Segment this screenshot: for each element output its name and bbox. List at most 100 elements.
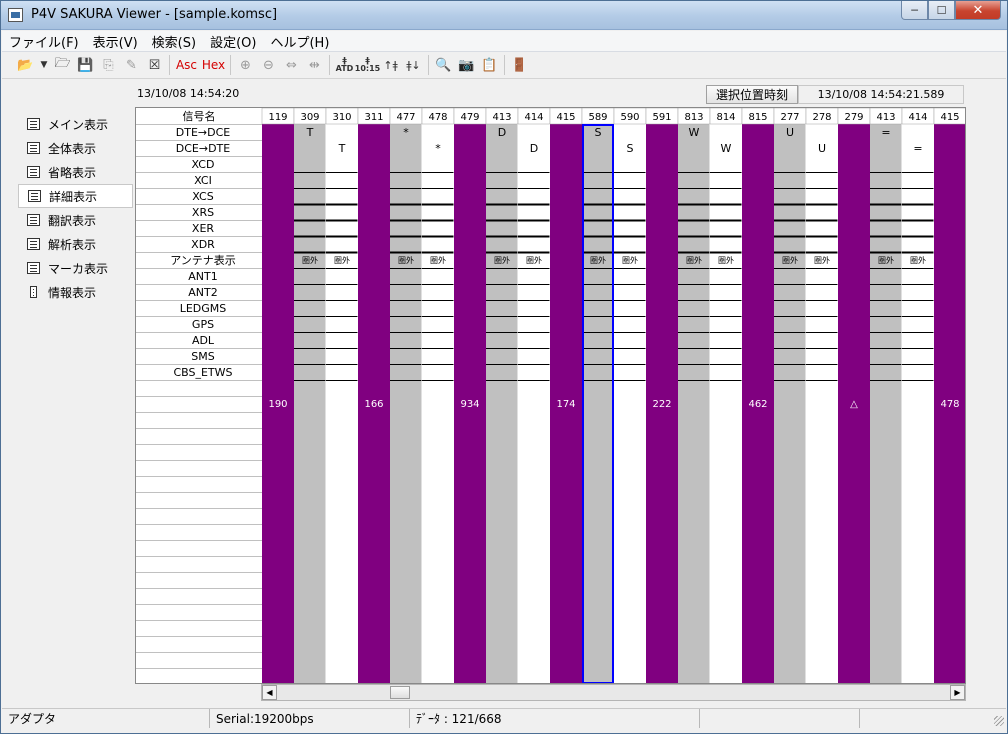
horizontal-scrollbar[interactable]: ◀ ▶: [261, 684, 966, 701]
column-band: [614, 124, 646, 683]
preview-icon[interactable]: 🔍: [432, 54, 455, 76]
minimize-icon: ─: [911, 3, 918, 17]
export-icon[interactable]: 📋: [478, 54, 501, 76]
menu-help[interactable]: ヘルプ(H): [263, 32, 336, 51]
maximize-icon: ☐: [936, 3, 947, 17]
nav-label: 解析表示: [48, 237, 97, 252]
find-down-icon[interactable]: ǂ↓: [402, 54, 425, 76]
camera-icon[interactable]: 📷: [455, 54, 478, 76]
close-button[interactable]: ✕: [955, 1, 1001, 20]
zoom-in-icon[interactable]: ⊕: [234, 54, 257, 76]
close-file-icon[interactable]: ☒: [143, 54, 166, 76]
analysis-view-icon: [27, 238, 40, 250]
hex-icon[interactable]: Hex: [200, 54, 227, 76]
window-title: P4V SAKURA Viewer - [sample.komsc]: [31, 7, 278, 22]
nav-translate[interactable]: 翻訳表示: [18, 208, 133, 232]
marker-view-icon: [27, 262, 40, 274]
detail-view-icon: [28, 190, 41, 202]
toolbar-separator: [329, 55, 330, 75]
exit-icon[interactable]: 🚪: [508, 54, 531, 76]
signal-grid-svg[interactable]: 信号名 DTE→DCE DCE→DTE XCD XCI XCS XRS XER XDR アンテナ表…: [136, 108, 966, 684]
column-value: 222: [652, 399, 671, 410]
signal-label: ADL: [192, 334, 215, 347]
nav-label: 情報表示: [48, 285, 97, 300]
nav-detail[interactable]: 詳細表示: [18, 184, 133, 208]
nav-main[interactable]: メイン表示: [18, 112, 133, 136]
antenna-status: 圏外: [302, 255, 318, 265]
dce-data-char: U: [818, 142, 826, 155]
column-band: [486, 124, 518, 683]
select-time-button[interactable]: 選択位置時刻: [706, 85, 798, 104]
column-header-number: 309: [300, 112, 319, 123]
toolbar-separator: [230, 55, 231, 75]
nav-abbrev[interactable]: 省略表示: [18, 160, 133, 184]
side-nav: メイン表示 全体表示 省略表示 詳細表示 翻訳表示 解析表示 マーカ表示 情報表…: [18, 112, 133, 304]
column-band: [902, 124, 934, 683]
find-atd-icon[interactable]: ǂ ATD: [333, 54, 356, 76]
scroll-right-button[interactable]: ▶: [950, 685, 965, 700]
fit-width-icon[interactable]: ⇔: [280, 54, 303, 76]
antenna-status: 圏外: [814, 255, 830, 265]
column-header-number: 415: [556, 112, 575, 123]
menu-settings[interactable]: 設定(O): [203, 32, 263, 51]
nav-label: 詳細表示: [49, 189, 98, 204]
fit-all-icon[interactable]: ⇹: [303, 54, 326, 76]
signal-label: DCE→DTE: [176, 142, 231, 155]
open-folder-icon[interactable]: 📂: [14, 54, 37, 76]
asc-icon[interactable]: Asc: [173, 54, 200, 76]
maximize-button[interactable]: ☐: [928, 1, 955, 20]
app-icon[interactable]: [8, 8, 23, 22]
column-header-number: 477: [396, 112, 415, 123]
open-file-icon[interactable]: 🗁: [51, 54, 74, 76]
menu-view[interactable]: 表示(V): [86, 32, 145, 51]
window-controls: ─ ☐ ✕: [901, 1, 1001, 21]
nav-label: 全体表示: [48, 141, 97, 156]
toolbar-separator: [169, 55, 170, 75]
nav-marker[interactable]: マーカ表示: [18, 256, 133, 280]
column-band: [390, 124, 422, 683]
minimize-button[interactable]: ─: [901, 1, 928, 20]
column-band: [582, 124, 614, 683]
nav-info[interactable]: 情報表示: [18, 280, 133, 304]
scroll-left-button[interactable]: ◀: [262, 685, 277, 700]
column-header-number: 119: [268, 112, 287, 123]
toolbar: 📂 ▼ 🗁 💾 ⎘ ✎ ☒ Asc Hex ⊕ ⊖ ⇔ ⇹ ǂ ATD ǂ 10:1…: [2, 52, 1006, 79]
header-signal-name: 信号名: [183, 109, 216, 123]
find-up-icon[interactable]: ↑ǂ: [379, 54, 402, 76]
antenna-status: 圏外: [622, 255, 638, 265]
signal-label: ANT2: [188, 286, 217, 299]
antenna-status: 圏外: [526, 255, 542, 265]
edit-icon[interactable]: ✎: [120, 54, 143, 76]
resize-grip[interactable]: [994, 716, 1004, 726]
signal-label: XRS: [192, 206, 214, 219]
nav-analysis[interactable]: 解析表示: [18, 232, 133, 256]
save-icon[interactable]: 💾: [74, 54, 97, 76]
menu-search[interactable]: 検索(S): [145, 32, 203, 51]
menu-file[interactable]: ファイル(F): [2, 32, 86, 51]
column-header-number: 279: [844, 112, 863, 123]
column-header-number: 413: [876, 112, 895, 123]
zoom-out-icon[interactable]: ⊖: [257, 54, 280, 76]
column-header-number: 277: [780, 112, 799, 123]
column-header-number: 278: [812, 112, 831, 123]
column-value: 190: [268, 399, 287, 410]
find-10-15-icon[interactable]: ǂ 10:15: [354, 54, 381, 76]
nav-label: 翻訳表示: [48, 213, 97, 228]
nav-label: メイン表示: [48, 117, 109, 132]
dropdown-arrow-icon[interactable]: ▼: [37, 54, 51, 76]
column-value: 462: [748, 399, 767, 410]
title-bar[interactable]: P4V SAKURA Viewer - [sample.komsc] ─ ☐ ✕: [1, 1, 1007, 30]
time-label: 10:15: [354, 64, 381, 73]
dte-data-char: =: [881, 126, 890, 139]
copy-icon[interactable]: ⎘: [97, 54, 120, 76]
status-data: ﾃﾞｰﾀ : 121/668: [410, 709, 700, 728]
toolbar-separator: [504, 55, 505, 75]
dce-data-char: D: [530, 142, 538, 155]
column-header-number: 589: [588, 112, 607, 123]
scroll-thumb[interactable]: [390, 686, 410, 699]
signal-grid[interactable]: 信号名 DTE→DCE DCE→DTE XCD XCI XCS XRS XER XDR アンテナ表…: [135, 107, 966, 684]
nav-overall[interactable]: 全体表示: [18, 136, 133, 160]
signal-label: XCS: [192, 190, 213, 203]
status-bar: アダプタ Serial:19200bps ﾃﾞｰﾀ : 121/668: [2, 708, 1006, 728]
column-value: 174: [556, 399, 575, 410]
